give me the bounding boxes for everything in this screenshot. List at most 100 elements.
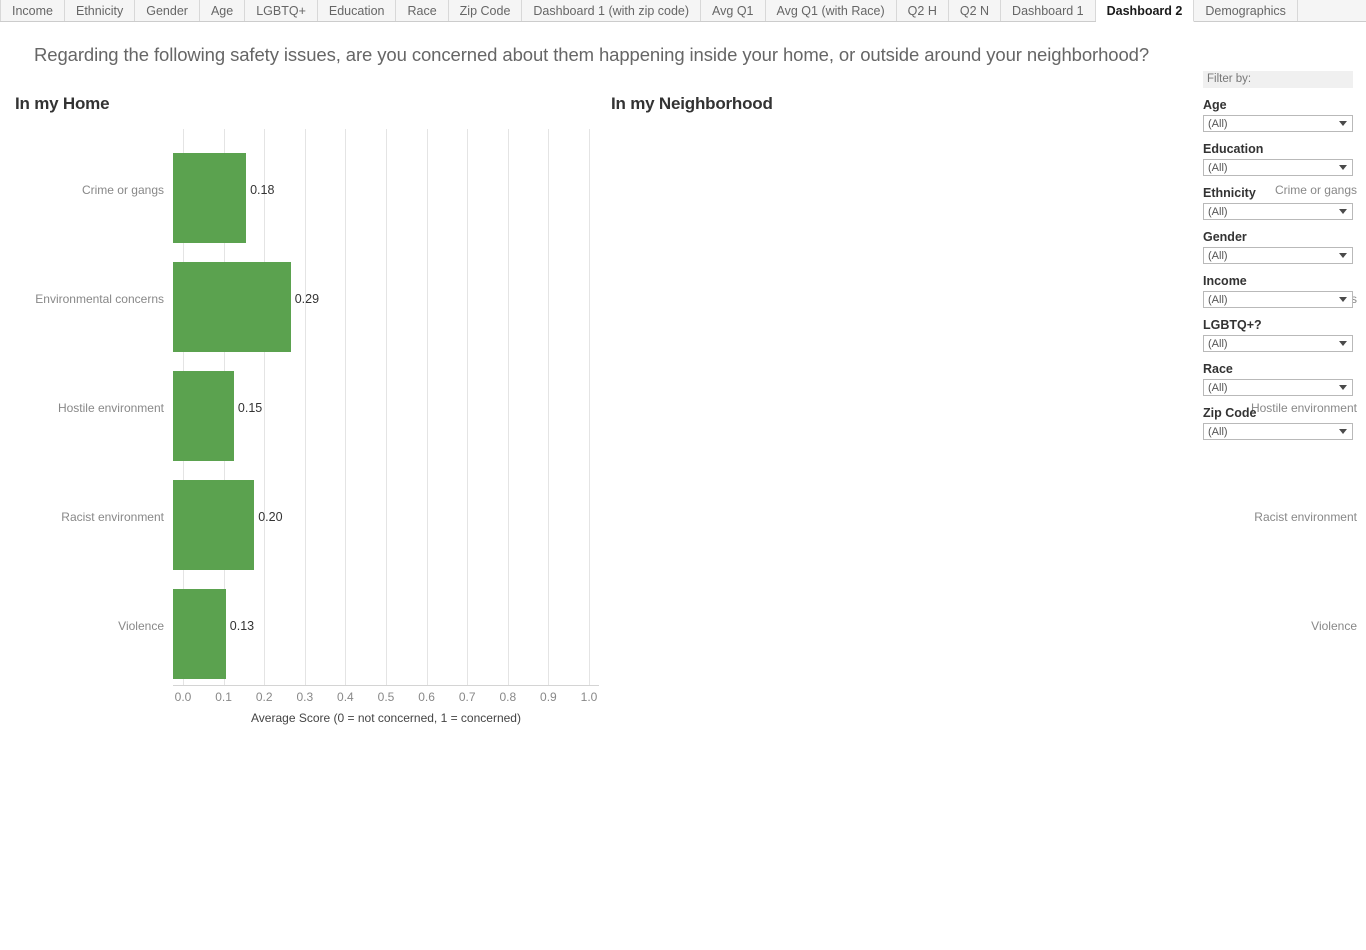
tab-label: Gender [146, 3, 188, 18]
filter-panel: Filter by: Age (All) Education (All) Ethnici… [1203, 71, 1353, 440]
filter-gender: Gender (All) [1203, 230, 1353, 264]
tab-label: Ethnicity [76, 3, 124, 18]
filter-selected-value: (All) [1208, 117, 1228, 130]
tab-dashboard-1-with-zip-code[interactable]: Dashboard 1 (with zip code) [522, 0, 702, 21]
tab-gender[interactable]: Gender [135, 0, 200, 21]
tab-ethnicity[interactable]: Ethnicity [65, 0, 136, 21]
tab-race[interactable]: Race [396, 0, 449, 21]
filter-dropdown[interactable]: (All) [1203, 423, 1353, 440]
tab-q2-h[interactable]: Q2 H [897, 0, 949, 21]
x-axis-tick-label: 0.1 [215, 690, 232, 704]
tab-label: Q2 N [959, 3, 990, 18]
worksheet-tab-bar: Income Ethnicity Gender Age LGBTQ+ Education R… [0, 0, 1366, 22]
bar-value-label: 0.18 [250, 183, 275, 197]
chevron-down-icon [1339, 385, 1347, 390]
filter-label: Race [1203, 362, 1233, 376]
bar-row: Racist environment 0.20 [61, 461, 599, 570]
chevron-down-icon [1339, 297, 1347, 302]
filter-selected-value: (All) [1208, 249, 1228, 262]
chevron-down-icon [1339, 209, 1347, 214]
filter-dropdown[interactable]: (All) [1203, 115, 1353, 132]
x-axis-tick-label: 0.5 [377, 690, 395, 704]
x-axis-tick-label: 0.4 [337, 690, 354, 704]
x-axis-tick-label: 0.7 [458, 690, 476, 704]
bar-row: Hostile environment 0.15 [58, 352, 599, 461]
bar-value-label: 0.15 [237, 401, 263, 415]
x-axis-tick-label: 0.8 [499, 690, 517, 704]
tab-zip-code[interactable]: Zip Code [449, 0, 523, 21]
bar-chart-in-my-neighborhood: Crime or gangs0.47Environmental concerns… [597, 129, 1357, 686]
filter-education: Education (All) [1203, 142, 1353, 176]
category-label: Racist environment [1254, 510, 1357, 524]
tab-label: Dashboard 1 (with zip code) [533, 3, 690, 18]
chevron-down-icon [1339, 429, 1347, 434]
chart-title-in-my-neighborhood: In my Neighborhood [611, 94, 773, 113]
filter-age: Age (All) [1203, 98, 1353, 132]
chevron-down-icon [1339, 165, 1347, 170]
x-axis-tick-label: 0.2 [255, 690, 273, 704]
filter-race: Race (All) [1203, 362, 1353, 396]
tab-lgbtq[interactable]: LGBTQ+ [245, 0, 318, 21]
tab-label: Race [407, 3, 437, 18]
bar[interactable] [173, 480, 255, 570]
filter-dropdown[interactable]: (All) [1203, 335, 1353, 352]
filter-dropdown[interactable]: (All) [1203, 379, 1353, 396]
filter-dropdown[interactable]: (All) [1203, 203, 1353, 220]
plot-area-in-my-home: Crime or gangs 0.18 Environmental concerns… [35, 129, 599, 686]
tab-demographics[interactable]: Demographics [1194, 0, 1298, 21]
chart-title-in-my-home: In my Home [15, 94, 110, 113]
filter-panel-header: Filter by: [1203, 71, 1353, 88]
filter-selected-value: (All) [1208, 425, 1228, 438]
tab-dashboard-2[interactable]: Dashboard 2 [1095, 0, 1195, 22]
filter-income: Income (All) [1203, 274, 1353, 308]
filter-label: Education [1203, 142, 1264, 156]
tab-label: Q2 H [907, 3, 937, 18]
bar[interactable] [173, 153, 247, 243]
bar-row: Environmental concerns 0.29 [35, 243, 599, 352]
filter-label: Zip Code [1203, 406, 1257, 420]
tab-label: Age [210, 3, 234, 18]
dashboard-title: Regarding the following safety issues, a… [34, 44, 1150, 65]
tab-age[interactable]: Age [200, 0, 246, 21]
chart-panel-in-my-neighborhood: In my Neighborhood Crime or gangs0.47Env… [597, 94, 1357, 686]
filter-label: Age [1203, 98, 1227, 112]
x-axis-tick-label: 1.0 [580, 690, 598, 704]
bar-rows: Crime or gangs 0.18 Environmental concerns… [35, 129, 599, 686]
tab-label: Avg Q1 [712, 3, 754, 18]
chevron-down-icon [1339, 121, 1347, 126]
tab-dashboard-1[interactable]: Dashboard 1 [1001, 0, 1096, 21]
filter-dropdown[interactable]: (All) [1203, 159, 1353, 176]
bar-row: Crime or gangs 0.18 [82, 134, 599, 243]
tab-label: Dashboard 2 [1106, 3, 1183, 18]
tab-q2-n[interactable]: Q2 N [949, 0, 1002, 21]
chevron-down-icon [1339, 341, 1347, 346]
filter-label: Gender [1203, 230, 1247, 244]
category-label: Hostile environment [57, 401, 164, 415]
filter-lgbtq: LGBTQ+? (All) [1203, 318, 1353, 352]
filter-selected-value: (All) [1208, 161, 1228, 174]
bar-value-label: 0.13 [229, 619, 255, 633]
tab-label: Zip Code [459, 3, 511, 18]
tab-avg-q1-with-race[interactable]: Avg Q1 (with Race) [766, 0, 897, 21]
bar-row: Violence 0.13 [118, 570, 599, 679]
category-label: Violence [1311, 619, 1357, 633]
tab-avg-q1[interactable]: Avg Q1 [701, 0, 766, 21]
bar[interactable] [173, 371, 234, 461]
tab-education[interactable]: Education [318, 0, 397, 21]
bar[interactable] [173, 262, 291, 352]
chart-panel-in-my-home: In my Home Crime or gangs 0.18 Environment… [0, 94, 600, 725]
tab-income[interactable]: Income [0, 0, 65, 21]
bar[interactable] [173, 589, 226, 679]
x-axis-title-in-my-home: Average Score (0 = not concerned, 1 = co… [251, 711, 521, 725]
bar-value-label: 0.29 [294, 292, 320, 306]
filter-dropdown[interactable]: (All) [1203, 291, 1353, 308]
filter-selected-value: (All) [1208, 337, 1228, 350]
category-label: Environmental concerns [35, 292, 164, 306]
filter-dropdown[interactable]: (All) [1203, 247, 1353, 264]
tab-label: LGBTQ+ [256, 3, 306, 18]
chevron-down-icon [1339, 253, 1347, 258]
filter-label: Ethnicity [1203, 186, 1256, 200]
tab-bar-filler [1297, 0, 1366, 21]
bar-value-label: 0.20 [258, 510, 283, 524]
x-axis-tick-label: 0.3 [296, 690, 314, 704]
